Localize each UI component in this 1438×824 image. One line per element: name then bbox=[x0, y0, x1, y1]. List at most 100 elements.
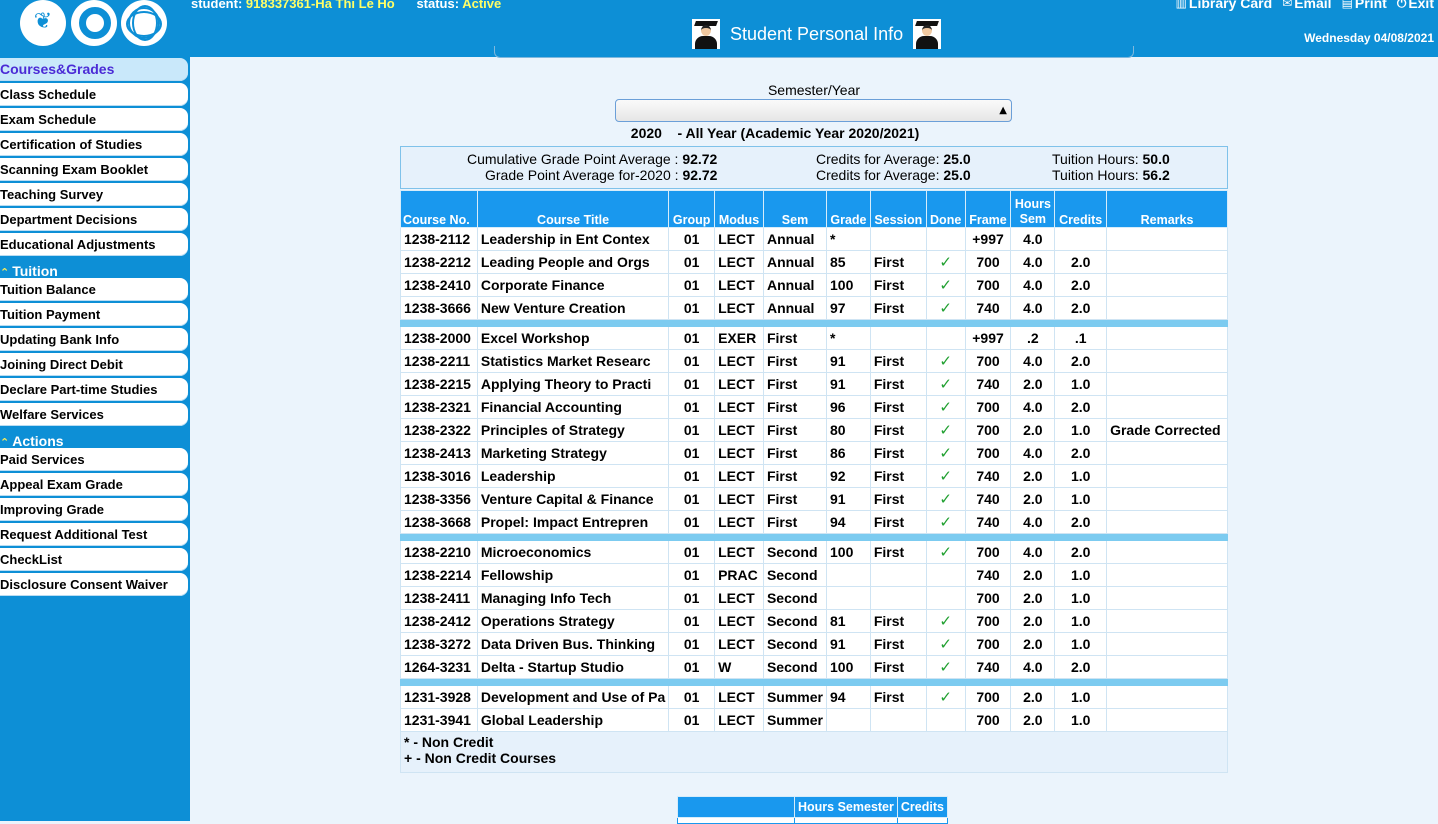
cell-frame: 700 bbox=[964, 708, 1012, 732]
cell-frame: 740 bbox=[964, 464, 1012, 488]
semester-select[interactable]: 2020 - All Year (Academic Year 2020/2021… bbox=[615, 99, 1012, 141]
sidebar-item-improving-grade[interactable]: Improving Grade bbox=[0, 498, 188, 521]
cell-grade: 92 bbox=[826, 464, 871, 488]
print-link[interactable]: ▤ Print bbox=[1342, 0, 1387, 11]
cell-course-title: Delta - Startup Studio bbox=[476, 655, 670, 679]
sidebar-heading-actions[interactable]: ⌃ Actions bbox=[0, 433, 188, 449]
cell-modus: LECT bbox=[714, 296, 764, 320]
table-row: 1238-2410 Corporate Finance 01 LECT Annual 10… bbox=[400, 273, 1228, 297]
gpa-summary: Cumulative Grade Point Average : 92.72 G… bbox=[400, 146, 1228, 189]
cell-credits: 2.0 bbox=[1054, 395, 1108, 419]
sidebar-item-declare-part-time-studies[interactable]: Declare Part-time Studies bbox=[0, 378, 188, 401]
cell-grade: 85 bbox=[826, 250, 871, 274]
cell-remarks bbox=[1106, 273, 1228, 297]
tuition-hours-2: Tuition Hours: 56.2 bbox=[1052, 167, 1170, 183]
cell-group: 01 bbox=[668, 632, 716, 656]
university-logo-icon[interactable]: ❦ bbox=[20, 0, 66, 46]
cell-grade: 100 bbox=[826, 540, 871, 564]
cell-hours-sem: 2.0 bbox=[1010, 708, 1056, 732]
year-gpa: Grade Point Average for-2020 : 92.72 bbox=[485, 167, 718, 183]
cell-course-title: Development and Use of Pa bbox=[476, 685, 670, 709]
table-row: 1231-3941 Global Leadership 01 LECT Summer 70… bbox=[400, 708, 1228, 732]
cell-session: First bbox=[869, 540, 927, 564]
check-icon: ✓ bbox=[939, 467, 952, 485]
sidebar-heading-tuition[interactable]: ⌃ Tuition bbox=[0, 263, 188, 279]
check-icon: ✓ bbox=[939, 688, 952, 706]
cell-sem: First bbox=[762, 326, 828, 350]
cell-remarks bbox=[1106, 349, 1228, 373]
cumulative-gpa: Cumulative Grade Point Average : 92.72 bbox=[467, 151, 718, 167]
cell-course-title: Operations Strategy bbox=[476, 609, 670, 633]
sidebar-item-tuition-payment[interactable]: Tuition Payment bbox=[0, 303, 188, 326]
sidebar-item-teaching-survey[interactable]: Teaching Survey bbox=[0, 183, 188, 206]
table-footnotes: * - Non Credit + - Non Credit Courses bbox=[400, 731, 1228, 773]
cell-credits: 1.0 bbox=[1054, 609, 1108, 633]
cell-credits: .1 bbox=[1054, 326, 1108, 350]
cell-done: ✓ bbox=[925, 685, 966, 709]
cell-hours-sem: 4.0 bbox=[1010, 540, 1056, 564]
graduate-icon bbox=[913, 19, 942, 49]
sidebar-item-courses-and-grades[interactable]: Courses&Grades bbox=[0, 58, 188, 81]
cell-hours-sem: 2.0 bbox=[1010, 586, 1056, 610]
cell-course-title: Applying Theory to Practi bbox=[476, 372, 670, 396]
sidebar-item-certification-of-studies[interactable]: Certification of Studies bbox=[0, 133, 188, 156]
cell-grade: 97 bbox=[826, 296, 871, 320]
cell-done: ✓ bbox=[925, 655, 966, 679]
table-row: 1238-2321 Financial Accounting 01 LECT First… bbox=[400, 395, 1228, 419]
sidebar-item-appeal-exam-grade[interactable]: Appeal Exam Grade bbox=[0, 473, 188, 496]
cell-course-title: Principles of Strategy bbox=[476, 418, 670, 442]
cell-course-no: 1238-2411 bbox=[400, 586, 478, 610]
cell-modus: LECT bbox=[714, 349, 764, 373]
cell-grade: 91 bbox=[826, 632, 871, 656]
cell-session: First bbox=[869, 632, 927, 656]
cell-remarks bbox=[1106, 609, 1228, 633]
check-icon: ✓ bbox=[939, 635, 952, 653]
exit-link[interactable]: ⏻ Exit bbox=[1397, 0, 1434, 11]
col-frame: Frame bbox=[964, 190, 1012, 228]
cell-session bbox=[869, 708, 927, 732]
check-icon: ✓ bbox=[939, 299, 952, 317]
cell-modus: LECT bbox=[714, 418, 764, 442]
cell-course-title: Fellowship bbox=[476, 563, 670, 587]
sidebar-item-scanning-exam-booklet[interactable]: Scanning Exam Booklet bbox=[0, 158, 188, 181]
sidebar-item-joining-direct-debit[interactable]: Joining Direct Debit bbox=[0, 353, 188, 376]
cell-sem: Summer bbox=[762, 708, 828, 732]
sidebar-item-welfare-services[interactable]: Welfare Services bbox=[0, 403, 188, 426]
email-link[interactable]: ✉ Email bbox=[1282, 0, 1331, 11]
sidebar-item-disclosure-consent-waiver[interactable]: Disclosure Consent Waiver bbox=[0, 573, 188, 596]
sidebar-item-department-decisions[interactable]: Department Decisions bbox=[0, 208, 188, 231]
sidebar-item-educational-adjustments[interactable]: Educational Adjustments bbox=[0, 233, 188, 256]
cell-course-no: 1238-3356 bbox=[400, 487, 478, 511]
table-row: 1238-3016 Leadership 01 LECT First 92 First ✓ 74… bbox=[400, 464, 1228, 488]
cell-modus: LECT bbox=[714, 685, 764, 709]
check-icon: ✓ bbox=[939, 444, 952, 462]
cell-hours-sem: 4.0 bbox=[1010, 655, 1056, 679]
cell-remarks bbox=[1106, 655, 1228, 679]
col-remarks: Remarks bbox=[1106, 190, 1228, 228]
sidebar-item-paid-services[interactable]: Paid Services bbox=[0, 448, 188, 471]
cell-group: 01 bbox=[668, 510, 716, 534]
sidebar-item-tuition-balance[interactable]: Tuition Balance bbox=[0, 278, 188, 301]
cell-course-no: 1238-2210 bbox=[400, 540, 478, 564]
cell-course-no: 1238-3668 bbox=[400, 510, 478, 534]
sidebar-item-updating-bank-info[interactable]: Updating Bank Info bbox=[0, 328, 188, 351]
sidebar-item-request-additional-test[interactable]: Request Additional Test bbox=[0, 523, 188, 546]
cell-credits bbox=[1054, 227, 1108, 251]
cell-session: First bbox=[869, 296, 927, 320]
student-info: student: 918337361-Ha Thi Le Ho status: … bbox=[191, 0, 501, 11]
table-row: 1238-3666 New Venture Creation 01 LECT Annua… bbox=[400, 296, 1228, 320]
sidebar-item-class-schedule[interactable]: Class Schedule bbox=[0, 83, 188, 106]
col-modus: Modus bbox=[714, 190, 764, 228]
cell-grade: 86 bbox=[826, 441, 871, 465]
cell-session bbox=[869, 586, 927, 610]
cell-sem: Second bbox=[762, 609, 828, 633]
cell-remarks bbox=[1106, 685, 1228, 709]
col-course-no: Course No. bbox=[400, 190, 478, 228]
cell-done: ✓ bbox=[925, 609, 966, 633]
cell-course-title: Excel Workshop bbox=[476, 326, 670, 350]
sidebar-item-exam-schedule[interactable]: Exam Schedule bbox=[0, 108, 188, 131]
table-row: 1238-3668 Propel: Impact Entrepren 01 LECT F… bbox=[400, 510, 1228, 534]
library-card-link[interactable]: ▥ Library Card bbox=[1176, 0, 1273, 11]
cell-grade: 94 bbox=[826, 685, 871, 709]
sidebar-item-checklist[interactable]: CheckList bbox=[0, 548, 188, 571]
